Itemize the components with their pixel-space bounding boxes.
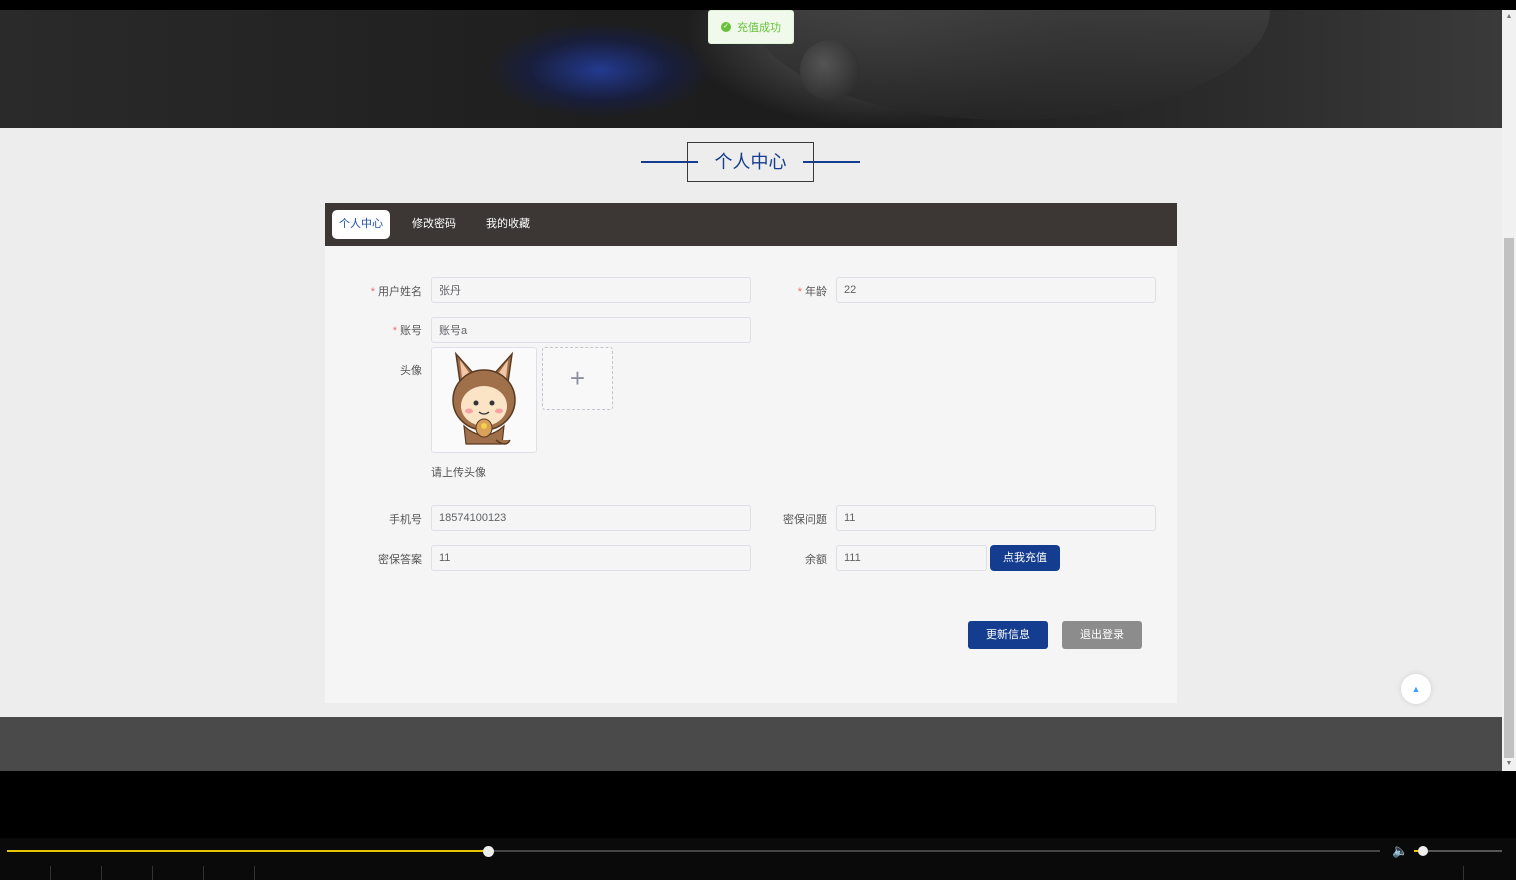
recharge-button[interactable]: 点我充值 — [990, 545, 1060, 571]
seek-bar[interactable] — [7, 846, 1380, 857]
balance-label: 余额 — [805, 554, 827, 566]
media-player-bar: 🔈 — [0, 838, 1516, 880]
scroll-up-arrow-icon[interactable]: ▲ — [1504, 12, 1514, 22]
success-toast: ✓ 充值成功 — [708, 10, 794, 44]
age-input[interactable] — [836, 277, 1156, 303]
footer — [0, 717, 1502, 771]
logout-button[interactable]: 退出登录 — [1062, 621, 1142, 649]
caret-up-icon: ▲ — [1411, 684, 1421, 694]
tab-personal-center[interactable]: 个人中心 — [332, 210, 390, 239]
phone-input[interactable] — [431, 505, 751, 531]
avatar-label: 头像 — [400, 365, 422, 377]
back-to-top-button[interactable]: ▲ — [1401, 674, 1431, 704]
page: 个人中心 个人中心 修改密码 我的收藏 *用户姓名 *年龄 *账号 头像 — [0, 10, 1502, 771]
check-circle-icon: ✓ — [721, 22, 731, 32]
name-input[interactable] — [431, 277, 751, 303]
account-input[interactable] — [431, 317, 751, 343]
age-label: * 年龄 — [797, 286, 827, 298]
tab-change-password[interactable]: 修改密码 — [405, 210, 463, 239]
update-info-button[interactable]: 更新信息 — [968, 621, 1048, 649]
scrollbar-thumb[interactable] — [1504, 238, 1514, 758]
scroll-down-arrow-icon[interactable]: ▼ — [1504, 759, 1514, 769]
security-answer-label: 密保答案 — [378, 554, 422, 566]
section-title: 个人中心 — [687, 142, 814, 182]
security-answer-input[interactable] — [431, 545, 751, 571]
upload-avatar-button[interactable]: + — [542, 347, 613, 410]
toast-message: 充值成功 — [737, 22, 781, 34]
account-label: * 账号 — [392, 325, 422, 337]
volume-slider[interactable] — [1414, 846, 1502, 856]
avatar-image[interactable] — [431, 347, 537, 453]
balance-input[interactable] — [836, 545, 987, 571]
phone-label: 手机号 — [389, 514, 422, 526]
tab-bar: 个人中心 修改密码 我的收藏 — [325, 203, 1177, 246]
seek-handle[interactable] — [482, 846, 494, 857]
profile-panel: 个人中心 修改密码 我的收藏 *用户姓名 *年龄 *账号 头像 — [325, 203, 1177, 703]
avatar-hint: 请上传头像 — [431, 467, 486, 479]
security-question-input[interactable] — [836, 505, 1156, 531]
taskbar — [0, 866, 1516, 880]
seek-progress — [7, 850, 488, 852]
kangaroo-avatar-icon — [452, 351, 516, 445]
plus-icon: + — [569, 363, 586, 393]
security-question-label: 密保问题 — [783, 514, 827, 526]
volume-handle[interactable] — [1417, 846, 1428, 856]
name-label: * 用户姓名 — [370, 286, 422, 298]
tab-my-favorites[interactable]: 我的收藏 — [479, 210, 537, 239]
vertical-scrollbar[interactable]: ▲ ▼ — [1502, 10, 1516, 771]
volume-icon[interactable]: 🔈 — [1392, 843, 1408, 859]
